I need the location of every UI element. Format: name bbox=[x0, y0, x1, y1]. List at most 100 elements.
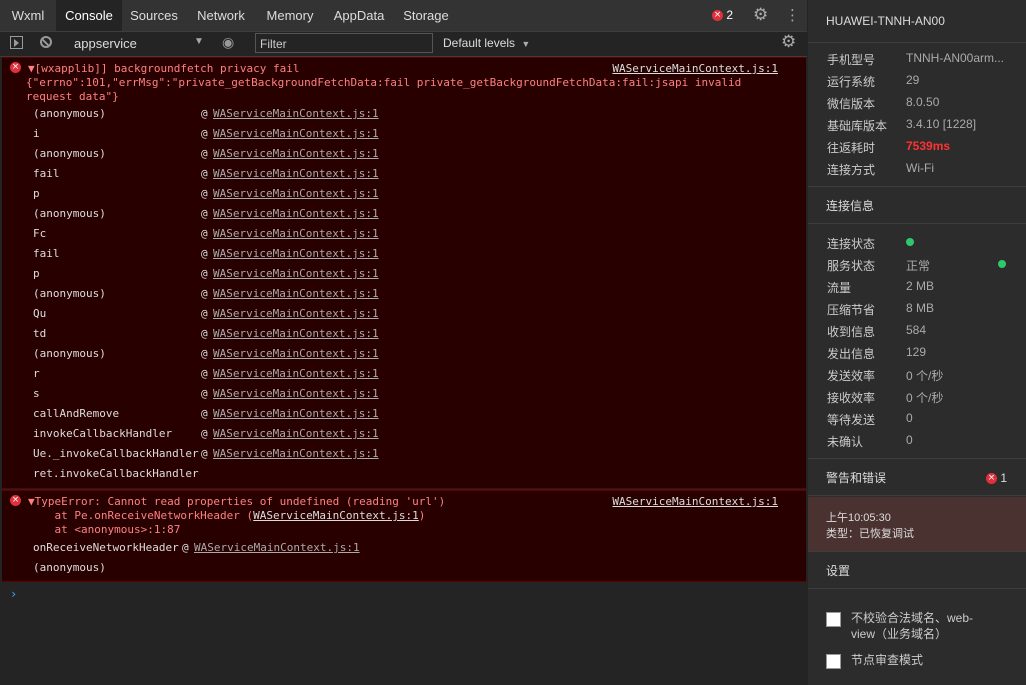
error-title[interactable]: ▼[wxapplib]] backgroundfetch privacy fai… bbox=[28, 62, 300, 75]
error-counter[interactable]: × 2 bbox=[712, 8, 733, 22]
source-link[interactable]: WAServiceMainContext.js:1 bbox=[612, 495, 778, 508]
console-toolbar: appservice ▼ ◉ Filter Default levels ▼ ⚙ bbox=[0, 32, 807, 57]
conn-value: 0 个/秒 bbox=[906, 369, 944, 383]
frame-link[interactable]: WAServiceMainContext.js:1 bbox=[213, 187, 379, 200]
frame-at: @ bbox=[201, 167, 208, 180]
frame-link[interactable]: WAServiceMainContext.js:1 bbox=[213, 227, 379, 240]
frame-function: Fc bbox=[33, 227, 47, 240]
node-inspect-checkbox[interactable] bbox=[826, 654, 841, 669]
frame-at: @ bbox=[201, 327, 208, 340]
sidebar-toggle-icon[interactable] bbox=[10, 36, 23, 49]
frame-link[interactable]: WAServiceMainContext.js:1 bbox=[213, 407, 379, 420]
frame-link[interactable]: WAServiceMainContext.js:1 bbox=[213, 207, 379, 220]
connection-status-dot bbox=[906, 238, 914, 246]
error-icon: × bbox=[10, 495, 21, 506]
log-time: 上午10:05:30 bbox=[826, 512, 891, 524]
frame-at: @ bbox=[201, 207, 208, 220]
frame-link[interactable]: WAServiceMainContext.js:1 bbox=[213, 427, 379, 440]
info-value: 8.0.50 bbox=[906, 95, 940, 109]
log-levels-label: Default levels bbox=[443, 36, 516, 50]
frame-link[interactable]: WAServiceMainContext.js:1 bbox=[213, 347, 379, 360]
stack-link[interactable]: WAServiceMainContext.js:1 bbox=[253, 509, 419, 522]
frame-link[interactable]: WAServiceMainContext.js:1 bbox=[213, 327, 379, 340]
chevron-down-icon[interactable]: ▼ bbox=[194, 36, 204, 47]
section-warnings: 警告和错误 × 1 bbox=[808, 458, 1026, 496]
frame-at: @ bbox=[201, 267, 208, 280]
frame-function: Ue._invokeCallbackHandler bbox=[33, 447, 199, 460]
conn-key: 服务状态 bbox=[827, 259, 876, 273]
frame-function: p bbox=[33, 187, 40, 200]
tab-sources[interactable]: Sources bbox=[122, 0, 186, 31]
tab-network[interactable]: Network bbox=[188, 0, 254, 31]
log-levels-dropdown[interactable]: Default levels ▼ bbox=[443, 36, 530, 50]
frame-link[interactable]: WAServiceMainContext.js:1 bbox=[213, 387, 379, 400]
frame-link[interactable]: WAServiceMainContext.js:1 bbox=[213, 167, 379, 180]
warnings-count-value: 1 bbox=[1000, 471, 1008, 485]
conn-key: 未确认 bbox=[827, 435, 864, 449]
frame-link[interactable]: WAServiceMainContext.js:1 bbox=[213, 267, 379, 280]
tab-memory[interactable]: Memory bbox=[256, 0, 324, 31]
frame-at: @ bbox=[201, 107, 208, 120]
info-key: 微信版本 bbox=[827, 97, 876, 111]
frame-function: i bbox=[33, 127, 40, 140]
info-value: 3.4.10 [1228] bbox=[906, 117, 977, 131]
error-message: × ▼[wxapplib]] backgroundfetch privacy f… bbox=[2, 57, 806, 489]
tab-wxml[interactable]: Wxml bbox=[0, 0, 56, 31]
skip-domain-check-label: 不校验合法域名、web- bbox=[851, 611, 974, 625]
frame-function: r bbox=[33, 367, 40, 380]
eye-icon[interactable]: ◉ bbox=[222, 35, 234, 51]
clear-console-icon[interactable] bbox=[40, 36, 52, 48]
frame-function: (anonymous) bbox=[33, 107, 106, 120]
frame-link[interactable]: WAServiceMainContext.js:1 bbox=[213, 447, 379, 460]
frame-function: (anonymous) bbox=[33, 147, 106, 160]
frame-link[interactable]: WAServiceMainContext.js:1 bbox=[213, 307, 379, 320]
conn-value: 8 MB bbox=[906, 301, 935, 315]
conn-value: 0 bbox=[906, 411, 913, 425]
info-key: 运行系统 bbox=[827, 75, 876, 89]
frame-function: Qu bbox=[33, 307, 47, 320]
frame-link[interactable]: WAServiceMainContext.js:1 bbox=[213, 287, 379, 300]
conn-value: 0 bbox=[906, 433, 913, 447]
conn-key: 发送效率 bbox=[827, 369, 876, 383]
conn-value: 584 bbox=[906, 323, 927, 337]
console-prompt[interactable]: › bbox=[10, 587, 17, 601]
error-title[interactable]: ▼TypeError: Cannot read properties of un… bbox=[28, 495, 445, 508]
frame-link[interactable]: WAServiceMainContext.js:1 bbox=[213, 107, 379, 120]
frame-at: @ bbox=[201, 187, 208, 200]
frame-at: @ bbox=[201, 287, 208, 300]
skip-domain-check-checkbox[interactable] bbox=[826, 612, 841, 627]
frame-link[interactable]: WAServiceMainContext.js:1 bbox=[194, 541, 360, 554]
frame-link[interactable]: WAServiceMainContext.js:1 bbox=[213, 127, 379, 140]
source-link[interactable]: WAServiceMainContext.js:1 bbox=[612, 62, 778, 75]
gear-icon[interactable]: ⚙ bbox=[753, 5, 768, 25]
section-settings: 设置 bbox=[808, 551, 1026, 589]
tab-appdata[interactable]: AppData bbox=[326, 0, 392, 31]
info-key: 手机型号 bbox=[827, 53, 876, 67]
frame-function: invokeCallbackHandler bbox=[33, 427, 173, 440]
frame-at: @ bbox=[201, 347, 208, 360]
tab-storage[interactable]: Storage bbox=[394, 0, 458, 31]
conn-key: 等待发送 bbox=[827, 413, 876, 427]
filter-input[interactable]: Filter bbox=[255, 33, 433, 53]
skip-domain-check-label: view（业务域名） bbox=[851, 627, 948, 641]
tab-console[interactable]: Console bbox=[56, 0, 122, 31]
log-type: 类型：已恢复调试 bbox=[826, 528, 914, 540]
frame-link[interactable]: WAServiceMainContext.js:1 bbox=[213, 247, 379, 260]
more-menu-icon[interactable]: ⋮ bbox=[785, 6, 800, 24]
frame-function: (anonymous) bbox=[33, 561, 106, 574]
warnings-count: × 1 bbox=[986, 459, 1007, 497]
frame-function: fail bbox=[33, 167, 60, 180]
conn-key: 连接状态 bbox=[827, 237, 876, 251]
context-selector[interactable]: appservice bbox=[74, 36, 137, 51]
frame-function: p bbox=[33, 267, 40, 280]
frame-link[interactable]: WAServiceMainContext.js:1 bbox=[213, 367, 379, 380]
conn-value: 正常 bbox=[906, 259, 931, 273]
warnings-title: 警告和错误 bbox=[826, 471, 887, 485]
conn-key: 流量 bbox=[827, 281, 852, 295]
frame-link[interactable]: WAServiceMainContext.js:1 bbox=[213, 147, 379, 160]
conn-value: 0 个/秒 bbox=[906, 391, 944, 405]
log-entry[interactable]: 上午10:05:30 类型：已恢复调试 bbox=[808, 497, 1026, 551]
conn-key: 收到信息 bbox=[827, 325, 876, 339]
frame-function: s bbox=[33, 387, 40, 400]
console-settings-icon[interactable]: ⚙ bbox=[781, 32, 796, 52]
